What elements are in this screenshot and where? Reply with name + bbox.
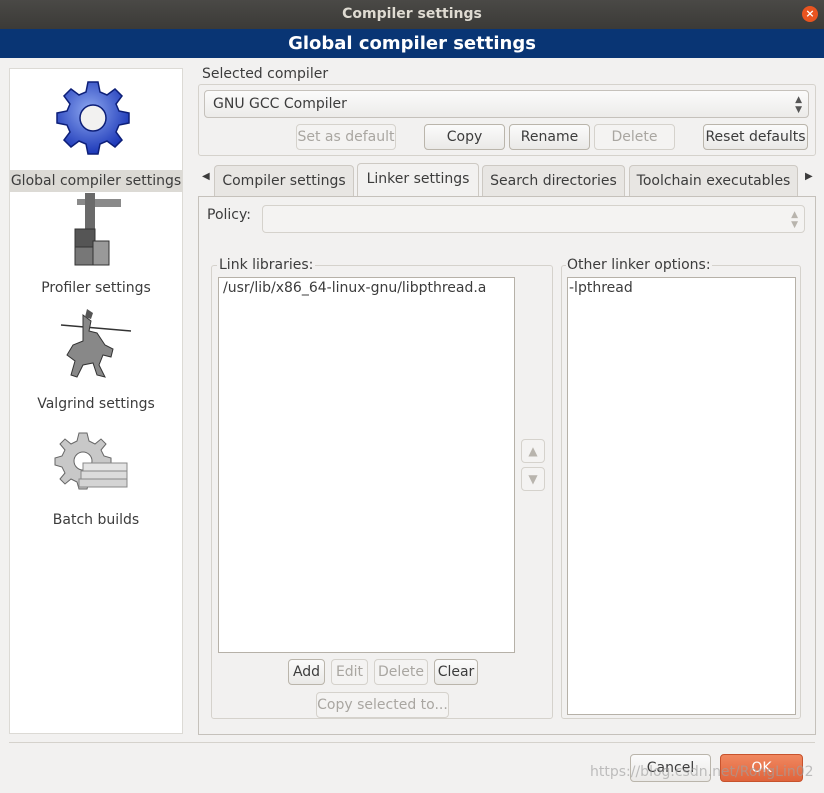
chevron-updown-icon: ▲ ▼: [795, 95, 802, 115]
tab-bar: ◀ Compiler settings Linker settings Sear…: [198, 163, 816, 197]
tab-scroll-right-icon[interactable]: ▶: [805, 171, 813, 182]
sidebar-item-label: Valgrind settings: [37, 396, 155, 412]
other-linker-options-label: Other linker options:: [566, 257, 712, 273]
linker-settings-panel: Policy: ▲ ▼ Link libraries: /usr/lib/x86_…: [198, 196, 816, 735]
watermark: https://blog.csdn.net/RongLin02: [590, 764, 814, 780]
profiler-icon: [74, 193, 121, 266]
policy-label: Policy:: [207, 207, 251, 223]
knight-icon: [60, 309, 132, 378]
window-title: Compiler settings: [342, 6, 482, 22]
tab-toolchain-executables[interactable]: Toolchain executables: [629, 165, 798, 196]
sidebar: Global compiler settings Profiler settin…: [9, 68, 183, 734]
copy-selected-to-button[interactable]: Copy selected to...: [316, 692, 449, 718]
compiler-select[interactable]: GNU GCC Compiler ▲ ▼: [204, 90, 809, 118]
link-libraries-list[interactable]: /usr/lib/x86_64-linux-gnu/libpthread.a: [218, 277, 515, 653]
sidebar-item-label: Batch builds: [52, 512, 140, 528]
policy-select[interactable]: ▲ ▼: [262, 205, 805, 233]
reset-defaults-button[interactable]: Reset defaults: [703, 124, 808, 150]
tab-scroll-left-icon[interactable]: ◀: [202, 171, 210, 182]
move-down-icon[interactable]: ▼: [521, 467, 545, 491]
link-libraries-label: Link libraries:: [217, 257, 316, 273]
set-as-default-button[interactable]: Set as default: [296, 124, 396, 150]
tab-compiler-settings[interactable]: Compiler settings: [214, 165, 354, 196]
other-linker-options-textarea[interactable]: -lpthread: [567, 277, 796, 715]
rename-compiler-button[interactable]: Rename: [509, 124, 590, 150]
sidebar-item-label: Profiler settings: [41, 280, 151, 296]
delete-compiler-button[interactable]: Delete: [594, 124, 675, 150]
footer-separator: [9, 742, 815, 743]
batch-gear-icon: [54, 432, 128, 490]
tab-linker-settings[interactable]: Linker settings: [357, 163, 479, 197]
edit-library-button[interactable]: Edit: [331, 659, 368, 685]
copy-compiler-button[interactable]: Copy: [424, 124, 505, 150]
add-library-button[interactable]: Add: [288, 659, 325, 685]
tab-search-directories[interactable]: Search directories: [482, 165, 625, 196]
page-title: Global compiler settings: [0, 29, 824, 58]
move-up-icon[interactable]: ▲: [521, 439, 545, 463]
window-titlebar: Compiler settings ×: [0, 0, 824, 29]
selected-compiler-label: Selected compiler: [202, 66, 329, 82]
other-linker-options-text: -lpthread: [569, 280, 633, 296]
compiler-select-value: GNU GCC Compiler: [213, 96, 347, 112]
delete-library-button[interactable]: Delete: [374, 659, 428, 685]
gear-icon: [56, 81, 130, 155]
close-icon[interactable]: ×: [802, 6, 818, 22]
clear-libraries-button[interactable]: Clear: [434, 659, 478, 685]
chevron-updown-icon: ▲ ▼: [791, 210, 798, 230]
list-item[interactable]: /usr/lib/x86_64-linux-gnu/libpthread.a: [219, 278, 514, 298]
